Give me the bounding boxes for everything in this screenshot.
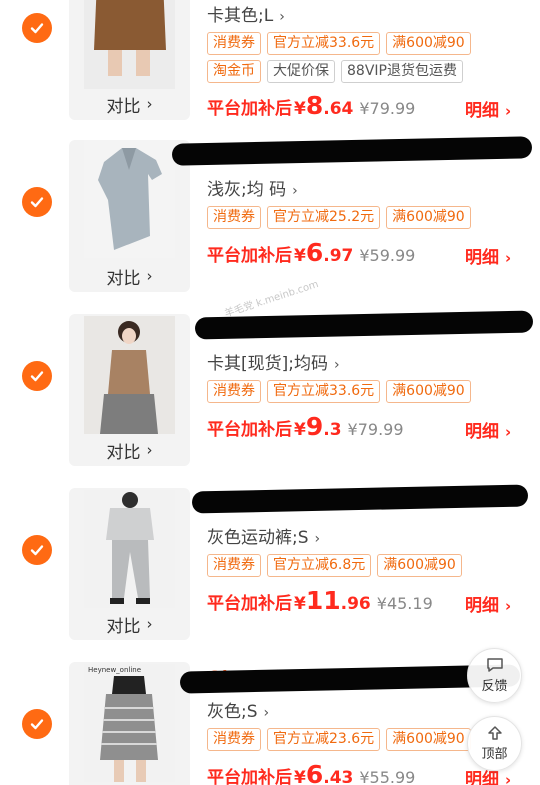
tag: 满600减90 (386, 206, 471, 229)
variant-selector[interactable]: 浅灰;均 码 › (207, 175, 298, 200)
cart-item-5: Heynew_online Ola 灰色;S› 消费券 官方立减23.6元 满6… (0, 662, 540, 785)
compare-button[interactable]: 对比 › (69, 434, 190, 466)
promo-tags: 消费券 官方立减23.6元 满600减90 (207, 728, 471, 751)
original-price: ¥79.99 (359, 99, 416, 118)
redacted-title (191, 484, 529, 514)
chevron-right-icon: › (505, 423, 512, 441)
detail-link[interactable]: 明细 › (465, 591, 511, 616)
promo-tags: 消费券 官方立减33.6元 满600减90 (207, 32, 471, 55)
tag: 消费券 (207, 380, 261, 403)
chevron-right-icon: › (263, 705, 270, 721)
compare-button[interactable]: 对比 › (69, 608, 190, 640)
price-line: 平台加补后 ¥ 6 .43 ¥55.99 (207, 760, 416, 785)
detail-link[interactable]: 明细 › (465, 243, 511, 268)
redacted-title (171, 136, 533, 166)
product-thumbnail-card[interactable]: 对比 › (69, 488, 190, 640)
chevron-right-icon: › (279, 9, 285, 25)
chevron-right-icon: › (146, 95, 153, 113)
checkbox-checked-icon[interactable] (22, 709, 52, 739)
redacted-title (194, 310, 534, 340)
compare-label: 对比 (106, 96, 141, 117)
tag: 淘金币 (207, 60, 261, 83)
tag: 消费券 (207, 554, 261, 577)
tag: 官方立减6.8元 (267, 554, 372, 577)
cart-item-4: 对比 › 灰色运动裤;S › 消费券 官方立减6.8元 满600减90 平台加补后 … (0, 484, 540, 662)
variant-selector[interactable]: 灰色运动裤;S › (207, 523, 320, 548)
chevron-right-icon: › (334, 357, 340, 373)
product-thumbnail-card[interactable]: 对比 › (69, 140, 190, 292)
compare-button[interactable]: 对比 › (69, 88, 190, 120)
chevron-right-icon: › (505, 249, 512, 267)
chevron-right-icon: › (314, 531, 321, 547)
product-image[interactable] (84, 0, 175, 89)
product-image-brand-text: Heynew_online (88, 666, 141, 674)
variant-selector[interactable]: 灰色;S › (207, 697, 269, 722)
price-line: 平台加补后 ¥ 9 .3 ¥79.99 (207, 412, 404, 441)
variant-selector[interactable]: 卡其[现货];均码 › (207, 349, 340, 374)
product-image[interactable] (84, 140, 175, 258)
detail-link[interactable]: 明细 › (465, 417, 511, 442)
price-line: 平台加补后 ¥ 11 .96 ¥45.19 (207, 586, 433, 615)
product-image[interactable] (84, 490, 175, 608)
promo-tags: 消费券 官方立减33.6元 满600减90 (207, 380, 471, 403)
service-tags: 淘金币 大促价保 88VIP退货包运费 (207, 60, 463, 83)
product-image[interactable]: Heynew_online (84, 664, 175, 782)
chevron-right-icon: › (146, 441, 153, 459)
checkbox-checked-icon[interactable] (22, 13, 52, 43)
tag: 官方立减33.6元 (267, 380, 381, 403)
tag: 官方立减33.6元 (267, 32, 381, 55)
product-thumbnail-card[interactable]: 对比 › (69, 0, 190, 120)
original-price: ¥59.99 (359, 246, 416, 265)
chevron-right-icon: › (505, 597, 512, 615)
product-thumbnail-card[interactable]: Heynew_online (69, 662, 190, 785)
chevron-right-icon: › (505, 771, 512, 785)
feedback-label: 反馈 (481, 679, 508, 694)
chevron-right-icon: › (292, 183, 298, 199)
cart-item-3: 对比 › 卡其[现货];均码 › 消费券 官方立减33.6元 满600减90 平台加… (0, 310, 540, 488)
checkbox-checked-icon[interactable] (22, 361, 52, 391)
cart-item-2: 对比 › 浅灰;均 码 › 消费券 官方立减25.2元 满600减90 平台加补后 … (0, 136, 540, 314)
compare-button[interactable]: 对比 › (69, 260, 190, 292)
original-price: ¥55.99 (359, 768, 416, 785)
back-to-top-button[interactable]: 顶部 (467, 716, 522, 771)
tag: 消费券 (207, 32, 261, 55)
chevron-right-icon: › (146, 615, 153, 633)
tag: 满600减90 (377, 554, 462, 577)
top-label: 顶部 (481, 747, 508, 762)
product-thumbnail-card[interactable]: 对比 › (69, 314, 190, 466)
feedback-button[interactable]: 反馈 (467, 648, 522, 703)
tag: 官方立减23.6元 (267, 728, 381, 751)
tag: 满600减90 (386, 728, 471, 751)
cart-item-1: 对比 › 卡其色;L › 消费券 官方立减33.6元 满600减90 淘金币 大促价… (0, 0, 540, 121)
chevron-right-icon: › (146, 267, 153, 285)
feedback-icon (486, 658, 503, 672)
tag: 消费券 (207, 728, 261, 751)
tag: 88VIP退货包运费 (341, 60, 463, 83)
price-line: 平台加补后 ¥ 8 .64 ¥79.99 (207, 91, 416, 120)
chevron-right-icon: › (505, 102, 512, 120)
tag: 消费券 (207, 206, 261, 229)
tag: 满600减90 (386, 32, 471, 55)
promo-tags: 消费券 官方立减6.8元 满600减90 (207, 554, 462, 577)
price-line: 平台加补后 ¥ 6 .97 ¥59.99 (207, 238, 416, 267)
tag: 满600减90 (386, 380, 471, 403)
checkbox-checked-icon[interactable] (22, 187, 52, 217)
product-image[interactable] (84, 316, 175, 434)
variant-selector[interactable]: 卡其色;L › (207, 1, 285, 26)
detail-link[interactable]: 明细 › (465, 96, 511, 121)
tag: 官方立减25.2元 (267, 206, 381, 229)
tag: 大促价保 (267, 60, 335, 83)
checkbox-checked-icon[interactable] (22, 535, 52, 565)
promo-tags: 消费券 官方立减25.2元 满600减90 (207, 206, 471, 229)
original-price: ¥79.99 (347, 420, 404, 439)
original-price: ¥45.19 (376, 594, 433, 613)
arrow-up-icon (487, 726, 502, 740)
